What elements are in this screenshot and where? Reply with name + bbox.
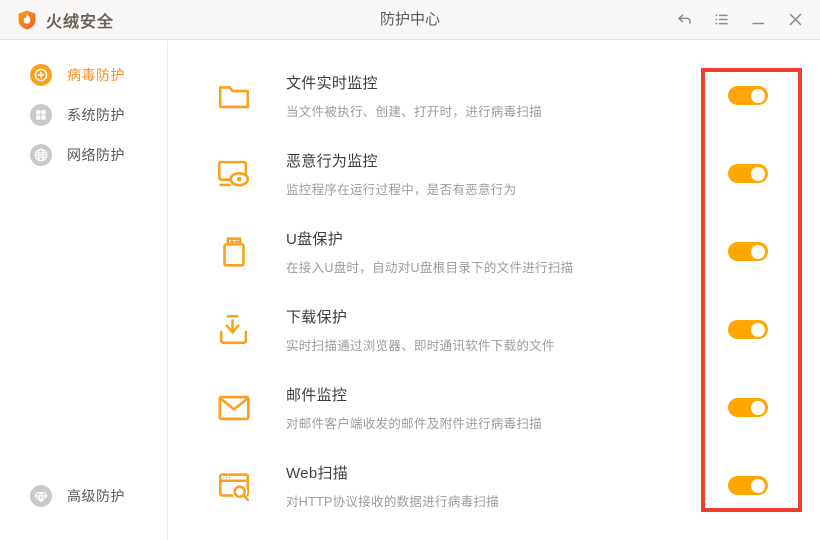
item-title: 下载保护 [286,309,348,326]
huorong-logo-icon [18,10,36,29]
sidebar: 病毒防护 系统防护 网络防护 高级防护 [0,41,168,540]
toggle-knob [751,166,765,181]
list-item-mail-monitor: 邮件监控 对邮件客户端收发的邮件及附件进行病毒扫描 [169,369,820,447]
folder-icon [215,77,253,115]
app-window: 火绒安全 防护中心 病毒防护 系统防护 网络防护 高级防护 文件实时监控 当文件… [0,0,820,540]
protection-list: 文件实时监控 当文件被执行、创建、打开时，进行病毒扫描 恶意行为监控 监控程序在… [169,41,820,540]
behavior-monitor-icon [215,155,253,193]
list-item-download-protection: 下载保护 实时扫描通过浏览器、即时通讯软件下载的文件 [169,291,820,369]
app-brand: 火绒安全 [16,8,114,32]
item-title: 邮件监控 [286,387,348,404]
toggle-knob [751,478,765,493]
sidebar-item-advanced-protection[interactable]: 高级防护 [0,476,167,516]
item-title: Web扫描 [286,465,349,482]
sidebar-item-system-protection[interactable]: 系统防护 [0,95,167,135]
item-description: 实时扫描通过浏览器、即时通讯软件下载的文件 [286,339,555,353]
sidebar-item-label: 病毒防护 [67,67,125,83]
toggle-usb-protection[interactable] [728,242,768,261]
menu-list-icon[interactable] [712,11,730,29]
sidebar-item-label: 网络防护 [67,147,125,163]
list-item-file-realtime-monitor: 文件实时监控 当文件被执行、创建、打开时，进行病毒扫描 [169,57,820,135]
web-scan-icon [215,467,253,505]
toggle-knob [751,244,765,259]
app-brand-name: 火绒安全 [46,13,115,31]
toggle-knob [751,400,765,415]
item-description: 对邮件客户端收发的邮件及附件进行病毒扫描 [286,417,543,431]
list-item-usb-protection: U盘保护 在接入U盘时，自动对U盘根目录下的文件进行扫描 [169,213,820,291]
item-title: U盘保护 [286,231,344,248]
download-icon [215,311,253,349]
toggle-download-protection[interactable] [728,320,768,339]
sidebar-item-virus-protection[interactable]: 病毒防护 [0,55,167,95]
close-icon[interactable] [786,11,804,29]
toggle-behavior-monitor[interactable] [728,164,768,183]
mail-icon [215,389,253,427]
item-description: 对HTTP协议接收的数据进行病毒扫描 [286,495,500,509]
toggle-file-realtime-monitor[interactable] [728,86,768,105]
undo-icon[interactable] [675,11,693,29]
item-description: 当文件被执行、创建、打开时，进行病毒扫描 [286,105,543,119]
toggle-mail-monitor[interactable] [728,398,768,417]
item-description: 监控程序在运行过程中，是否有恶意行为 [286,183,517,197]
list-item-behavior-monitor: 恶意行为监控 监控程序在运行过程中，是否有恶意行为 [169,135,820,213]
item-title: 文件实时监控 [286,75,378,92]
usb-drive-icon [215,233,253,271]
toggle-web-scan[interactable] [728,476,768,495]
network-protection-icon [30,144,52,166]
virus-protection-icon [30,64,52,86]
advanced-protection-icon [30,485,52,507]
sidebar-item-label: 高级防护 [67,488,125,504]
toggle-knob [751,88,765,103]
titlebar: 火绒安全 防护中心 [0,0,820,40]
item-description: 在接入U盘时，自动对U盘根目录下的文件进行扫描 [286,261,574,275]
toggle-knob [751,322,765,337]
list-item-web-scan: Web扫描 对HTTP协议接收的数据进行病毒扫描 [169,447,820,525]
item-title: 恶意行为监控 [286,153,378,170]
sidebar-item-network-protection[interactable]: 网络防护 [0,135,167,175]
minimize-icon[interactable] [749,11,767,29]
titlebar-actions [675,11,804,29]
system-protection-icon [30,104,52,126]
sidebar-item-label: 系统防护 [67,107,125,123]
